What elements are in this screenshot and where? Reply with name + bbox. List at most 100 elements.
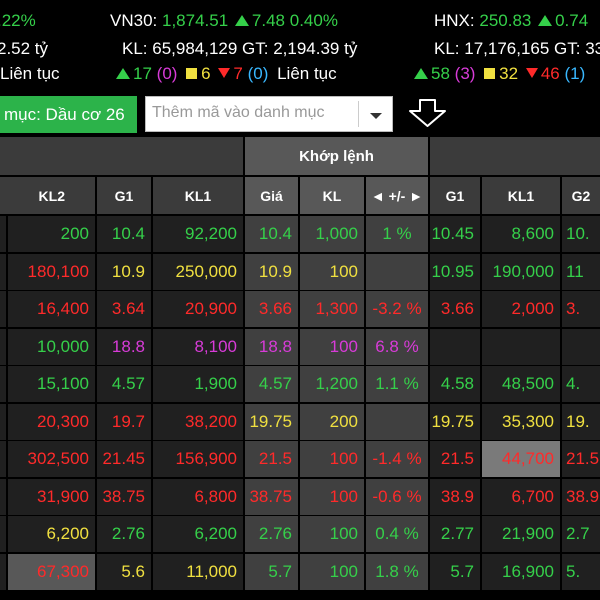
cell-sell-kl1: 44,700 (482, 441, 560, 477)
cell-gia: 10.9 (245, 254, 298, 290)
col-change[interactable]: ◄ +/- ► (366, 177, 428, 214)
hnx-index[interactable]: HNX: 250.83 0.74 (434, 11, 588, 31)
cell-sell-g1: 3.66 (430, 291, 480, 327)
cell-g1: 21.45 (97, 441, 151, 477)
cell-symbol-stub (0, 216, 6, 252)
cell-sell-g2: 5. (562, 554, 600, 590)
cell-sell-kl1: 35,300 (482, 404, 560, 440)
cell-change: -0.6 % (366, 479, 428, 515)
cell-gia: 18.8 (245, 329, 298, 365)
group-header-matched: Khớp lệnh (245, 137, 428, 175)
cell-sell-g2: 10. (562, 216, 600, 252)
cell-g1: 3.64 (97, 291, 151, 327)
cell-kl1: 6,200 (153, 516, 243, 552)
col-symbol-stub (0, 177, 6, 214)
cell-g1: 5.6 (97, 554, 151, 590)
add-symbol-input[interactable]: Thêm mã vào danh mục (152, 104, 325, 122)
vn30-status: Liên tục (277, 64, 337, 83)
cell-symbol-stub (0, 516, 6, 552)
cell-change (366, 254, 428, 290)
cell-sell-g1: 10.95 (430, 254, 480, 290)
vn30-same-count: 6 (201, 64, 211, 83)
cell-change: 1.8 % (366, 554, 428, 590)
cell-gia: 4.57 (245, 366, 298, 402)
cell-kl1: 250,000 (153, 254, 243, 290)
col-gia[interactable]: Giá (245, 177, 298, 214)
cell-gia: 38.75 (245, 479, 298, 515)
vn30-up-count: 17 (133, 64, 152, 83)
cell-sell-g1: 4.58 (430, 366, 480, 402)
cell-kl2: 302,500 (8, 441, 95, 477)
cell-symbol-stub (0, 479, 6, 515)
cell-sell-g1: 10.45 (430, 216, 480, 252)
cell-kl2: 10,000 (8, 329, 95, 365)
cell-gia: 21.5 (245, 441, 298, 477)
col-g1[interactable]: G1 (97, 177, 151, 214)
cell-symbol-stub (0, 291, 6, 327)
cell-kl: 1,000 (300, 216, 364, 252)
cell-gia: 5.7 (245, 554, 298, 590)
download-arrow-icon[interactable] (408, 98, 448, 128)
cell-kl2: 20,300 (8, 404, 95, 440)
vn30-ceiling-count: (0) (156, 64, 178, 83)
cell-sell-kl1: 21,900 (482, 516, 560, 552)
col-kl1-sell[interactable]: KL1 (482, 177, 560, 214)
cell-change: 6.8 % (366, 329, 428, 365)
cell-kl: 100 (300, 554, 364, 590)
col-g1-sell[interactable]: G1 (430, 177, 480, 214)
cell-symbol-stub (0, 366, 6, 402)
hnx-change: 0.74 (555, 11, 589, 30)
cell-symbol-stub (0, 404, 6, 440)
vn30-breadth: 17 (0) 6 7 (0) Liên tục (114, 64, 337, 84)
vnindex-pct: .22% (0, 11, 36, 30)
cell-kl: 100 (300, 479, 364, 515)
col-kl1[interactable]: KL1 (153, 177, 243, 214)
header-blank (0, 137, 243, 175)
cell-kl1: 156,900 (153, 441, 243, 477)
col-kl2[interactable]: KL2 (0, 177, 95, 214)
cell-kl2: 16,400 (8, 291, 95, 327)
vnindex-status: Liên tục (0, 64, 60, 83)
cell-change: -1.4 % (366, 441, 428, 477)
cell-sell-g2: 11 (562, 254, 600, 290)
cell-g1: 10.4 (97, 216, 151, 252)
cell-change: 0.4 % (366, 516, 428, 552)
cell-kl2: 31,900 (8, 479, 95, 515)
cell-kl2: 15,100 (8, 366, 95, 402)
cell-sell-g1 (430, 329, 480, 365)
cell-symbol-stub (0, 554, 6, 590)
col-g2-sell[interactable]: G2 (562, 177, 600, 214)
cell-symbol-stub (0, 329, 6, 365)
vnindex-gt: 2.52 tỷ (0, 39, 49, 58)
cell-kl: 1,300 (300, 291, 364, 327)
col-kl[interactable]: KL (300, 177, 364, 214)
chevron-down-icon[interactable] (370, 113, 382, 119)
hnx-floor-count: (1) (564, 64, 586, 83)
header-blank-right (430, 137, 600, 175)
cell-sell-kl1: 48,500 (482, 366, 560, 402)
vn30-down-count: 7 (233, 64, 243, 83)
cell-sell-g2: 2.7 (562, 516, 600, 552)
cell-kl1: 11,000 (153, 554, 243, 590)
vn30-label: VN30: (110, 11, 158, 30)
cell-sell-g1: 38.9 (430, 479, 480, 515)
cell-symbol-stub (0, 254, 6, 290)
cell-sell-kl1 (482, 329, 560, 365)
cell-gia: 3.66 (245, 291, 298, 327)
cell-sell-g1: 19.75 (430, 404, 480, 440)
hnx-up-count: 58 (431, 64, 450, 83)
cell-g1: 2.76 (97, 516, 151, 552)
add-symbol-combobox[interactable]: Thêm mã vào danh mục (145, 96, 393, 132)
cell-gia: 2.76 (245, 516, 298, 552)
square-icon (186, 68, 198, 79)
cell-kl1: 8,100 (153, 329, 243, 365)
vn30-pct: 0.40% (289, 11, 338, 30)
divider (358, 101, 359, 127)
cell-kl: 200 (300, 404, 364, 440)
cell-kl2: 200 (8, 216, 95, 252)
watchlist-tab[interactable]: mục: Dầu cơ 26 (0, 96, 137, 133)
cell-kl: 100 (300, 441, 364, 477)
cell-kl1: 1,900 (153, 366, 243, 402)
vn30-index[interactable]: VN30: 1,874.51 7.48 0.40% (110, 11, 338, 31)
cell-symbol-stub (0, 441, 6, 477)
